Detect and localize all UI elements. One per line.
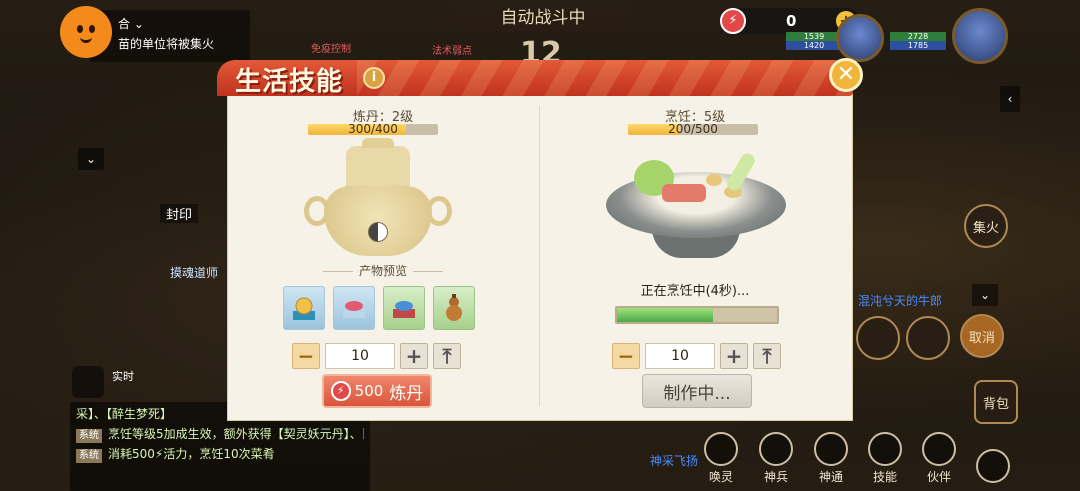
skill-slot-2[interactable]	[906, 316, 950, 360]
gourd-item[interactable]	[433, 286, 475, 330]
weapon-icon	[759, 432, 793, 466]
seal-label: 封印	[160, 204, 199, 223]
cancel-button[interactable]: 取消	[960, 314, 1004, 358]
max-quantity-button[interactable]: ⤒	[433, 343, 461, 369]
battle-notice: 合 ⌄ 苗的单位将被集火	[90, 10, 250, 62]
alchemy-exp-text: 300/400	[348, 122, 398, 136]
max-quantity-button[interactable]: ⤒	[753, 343, 781, 369]
cooking-exp-text: 200/500	[668, 122, 718, 136]
nav-summon[interactable]: 唤灵	[696, 432, 746, 485]
pet-avatar[interactable]	[836, 14, 884, 62]
nav-partner[interactable]: 伙伴	[914, 432, 964, 485]
decrease-button[interactable]: −	[612, 343, 640, 369]
summon-icon	[704, 432, 738, 466]
currency-value: 0	[786, 12, 797, 30]
hot-pot-icon	[606, 151, 786, 262]
nav-more[interactable]	[968, 449, 1018, 485]
product-preview-list	[283, 286, 475, 330]
increase-button[interactable]: +	[400, 343, 428, 369]
vitality-icon: ⚡	[720, 8, 746, 34]
decrease-button[interactable]: −	[292, 343, 320, 369]
weak-tag: 法术弱点	[432, 46, 472, 57]
enemy-name: 混沌兮天的牛郎	[858, 294, 943, 308]
cooking-panel: 烹饪：5级 200/500 正在烹饪中(4秒)... − 10 + ⤒ 制作中.…	[540, 100, 850, 420]
golden-pill-item[interactable]	[283, 286, 325, 330]
vitality-icon: ⚡	[330, 381, 351, 401]
nav-weapon[interactable]: 神兵	[751, 432, 801, 485]
close-icon[interactable]: ✕	[829, 58, 863, 92]
skill-slot-1[interactable]	[856, 316, 900, 360]
alchemy-quantity-stepper: − 10 + ⤒	[292, 343, 461, 369]
npc-name: 摸魂道师	[170, 266, 219, 280]
player-hp-bars: 1539 1420	[786, 32, 842, 50]
hero-mp-value: 1785	[890, 41, 946, 50]
increase-button[interactable]: +	[720, 343, 748, 369]
hero-avatar[interactable]	[952, 8, 1008, 64]
hero-hp-value: 2728	[890, 32, 946, 41]
hero-hp-bars: 2728 1785	[890, 32, 946, 50]
nav-skills[interactable]: 技能	[860, 432, 910, 485]
partner-icon	[922, 432, 956, 466]
yinyang-icon	[368, 222, 388, 242]
ally-name: 神采飞扬	[650, 454, 699, 468]
chat-line: 系统 消耗500⚡活力，烹饪10次菜肴	[76, 444, 364, 464]
flower-menu-icon	[976, 449, 1010, 483]
alchemy-label: 炼丹	[389, 383, 424, 404]
bag-button[interactable]: 背包	[974, 380, 1018, 424]
mp-value: 1420	[786, 41, 842, 50]
cooking-status: 正在烹饪中(4秒)...	[640, 284, 750, 299]
focus-fire-button[interactable]: 集火	[964, 204, 1008, 248]
power-icon	[814, 432, 848, 466]
nav-power[interactable]: 神通	[806, 432, 856, 485]
alchemy-cost: 500	[354, 382, 384, 400]
dialog-header: 生活技能 i	[217, 60, 853, 97]
quantity-field[interactable]: 10	[325, 343, 395, 369]
notice-text: 苗的单位将被集火	[118, 37, 215, 51]
cooking-progress-fill	[617, 308, 713, 322]
red-pill-item[interactable]	[333, 286, 375, 330]
quantity-field[interactable]: 10	[645, 343, 715, 369]
chat-line: 系统烹饪等级5加成生效，额外获得【契灵妖元丹】、【通络丹·小】	[76, 424, 364, 444]
immune-tag: 免疫控制	[311, 44, 351, 55]
dialog-title: 生活技能	[235, 67, 344, 97]
blue-pill-item[interactable]	[383, 286, 425, 330]
realtime-voice-label[interactable]: 实时	[112, 368, 134, 384]
cooking-in-progress-button[interactable]: 制作中...	[642, 374, 752, 408]
alchemy-button[interactable]: ⚡ 500 炼丹	[322, 374, 432, 408]
hp-value: 1539	[786, 32, 842, 41]
skills-icon	[868, 432, 902, 466]
info-icon[interactable]: i	[363, 67, 385, 89]
auto-battle-title: 自动战斗中	[452, 5, 634, 31]
expand-down-icon[interactable]: ⌄	[78, 148, 104, 170]
collapse-right-icon[interactable]: ‹	[1000, 86, 1020, 112]
notice-prefix: 合	[118, 17, 131, 31]
cauldron-icon	[298, 138, 458, 265]
expand-down-icon-right[interactable]: ⌄	[972, 284, 998, 306]
chat-icon[interactable]	[72, 366, 104, 398]
game-logo[interactable]	[60, 6, 112, 58]
cooking-progress-bar	[615, 306, 779, 324]
alchemy-panel: 炼丹：2级 300/400 产物预览 − 10 + ⤒ ⚡ 500 炼丹	[228, 100, 538, 420]
cooking-quantity-stepper: − 10 + ⤒	[612, 343, 781, 369]
product-preview-title: 产物预览	[228, 262, 538, 279]
